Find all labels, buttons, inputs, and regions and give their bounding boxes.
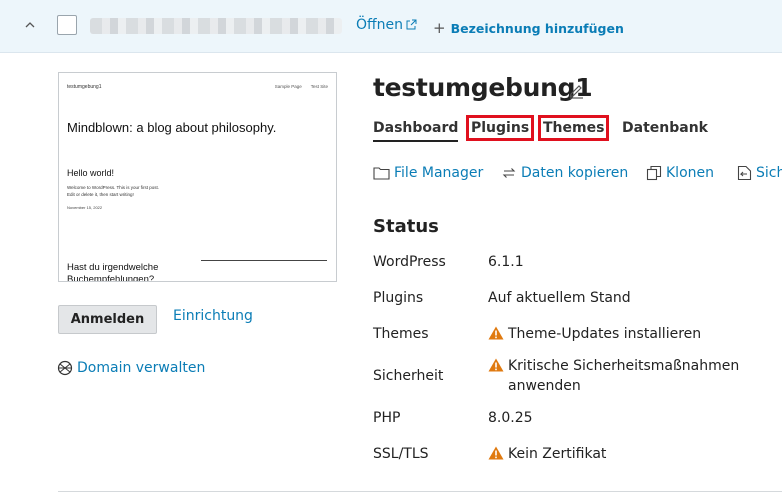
tab-dashboard[interactable]: Dashboard — [373, 120, 459, 142]
preview-question: Hast du irgendwelche Buchempfehlungen? — [67, 262, 159, 282]
status-label-ssl: SSL/TLS — [373, 446, 429, 462]
copy-data-label: Daten kopieren — [521, 165, 629, 181]
status-heading: Status — [373, 216, 439, 237]
ssl-certificate-label: Kein Zertifikat — [508, 446, 607, 462]
tab-themes[interactable]: Themes — [537, 115, 610, 141]
sync-icon — [502, 168, 516, 178]
open-site-label: Öffnen — [356, 17, 404, 33]
warning-icon — [488, 326, 504, 340]
preview-headline: Mindblown: a blog about philosophy. — [67, 120, 277, 135]
status-value-wordpress: 6.1.1 — [488, 254, 524, 270]
install-theme-updates-label: Theme-Updates installieren — [508, 326, 702, 342]
setup-link[interactable]: Einrichtung — [173, 308, 253, 324]
copy-data-button[interactable]: Daten kopieren — [501, 165, 628, 181]
tab-plugins[interactable]: Plugins — [465, 115, 535, 141]
add-label-button[interactable]: + Bezeichnung hinzufügen — [433, 19, 624, 37]
ssl-certificate-link[interactable]: Kein Zertifikat — [488, 444, 606, 464]
apply-security-measures-label: Kritische Sicherheitsmaßnahmen anwenden — [508, 358, 740, 394]
folder-icon — [373, 167, 390, 180]
status-label-php: PHP — [373, 410, 401, 426]
status-label-security: Sicherheit — [373, 368, 444, 384]
preview-divider — [201, 260, 327, 261]
site-header-bar: Öffnen + Bezeichnung hinzufügen — [0, 0, 782, 53]
tab-database[interactable]: Datenbank — [622, 120, 708, 136]
file-manager-label: File Manager — [394, 165, 484, 181]
external-link-icon — [406, 19, 417, 30]
preview-post-excerpt: Welcome to WordPress. This is your first… — [67, 185, 160, 197]
backup-icon — [737, 165, 752, 181]
file-manager-button[interactable]: File Manager — [373, 165, 483, 181]
manage-domain-label: Domain verwalten — [77, 360, 206, 376]
backup-button[interactable]: Sich — [737, 165, 782, 181]
site-title: testumgebung1 — [373, 73, 593, 102]
chevron-up-icon[interactable] — [22, 17, 38, 33]
status-value-php: 8.0.25 — [488, 410, 533, 426]
warning-icon — [488, 358, 504, 372]
status-label-themes: Themes — [373, 326, 429, 342]
preview-nav-item: Test Site — [310, 84, 328, 89]
warning-icon — [488, 446, 504, 460]
manage-domain-link[interactable]: Domain verwalten — [57, 360, 205, 376]
backup-label: Sich — [756, 165, 782, 181]
clone-icon — [646, 165, 662, 181]
status-label-plugins: Plugins — [373, 290, 424, 306]
site-preview-thumbnail[interactable]: testumgebung1 Sample Page Test Site Mindb… — [58, 72, 337, 282]
globe-icon — [57, 360, 73, 376]
blurred-domain-name — [90, 18, 342, 34]
apply-security-measures-link[interactable]: Kritische Sicherheitsmaßnahmen anwenden — [488, 356, 748, 396]
plus-icon: + — [433, 19, 446, 37]
preview-post-title: Hello world! — [67, 168, 115, 178]
preview-site-name: testumgebung1 — [67, 84, 102, 90]
select-checkbox[interactable] — [57, 15, 77, 35]
open-site-link[interactable]: Öffnen — [356, 17, 417, 33]
clone-label: Klonen — [666, 165, 714, 181]
divider — [58, 491, 782, 492]
login-button[interactable]: Anmelden — [58, 305, 157, 334]
preview-nav: Sample Page Test Site — [266, 84, 328, 89]
clone-button[interactable]: Klonen — [646, 165, 714, 181]
install-theme-updates-link[interactable]: Theme-Updates installieren — [488, 324, 701, 344]
status-label-wordpress: WordPress — [373, 254, 446, 270]
preview-post-date: November 15, 2022 — [67, 205, 103, 210]
pencil-icon[interactable] — [568, 82, 585, 99]
add-label-text: Bezeichnung hinzufügen — [450, 21, 624, 36]
status-value-plugins: Auf aktuellem Stand — [488, 290, 631, 306]
preview-nav-item: Sample Page — [274, 84, 302, 89]
